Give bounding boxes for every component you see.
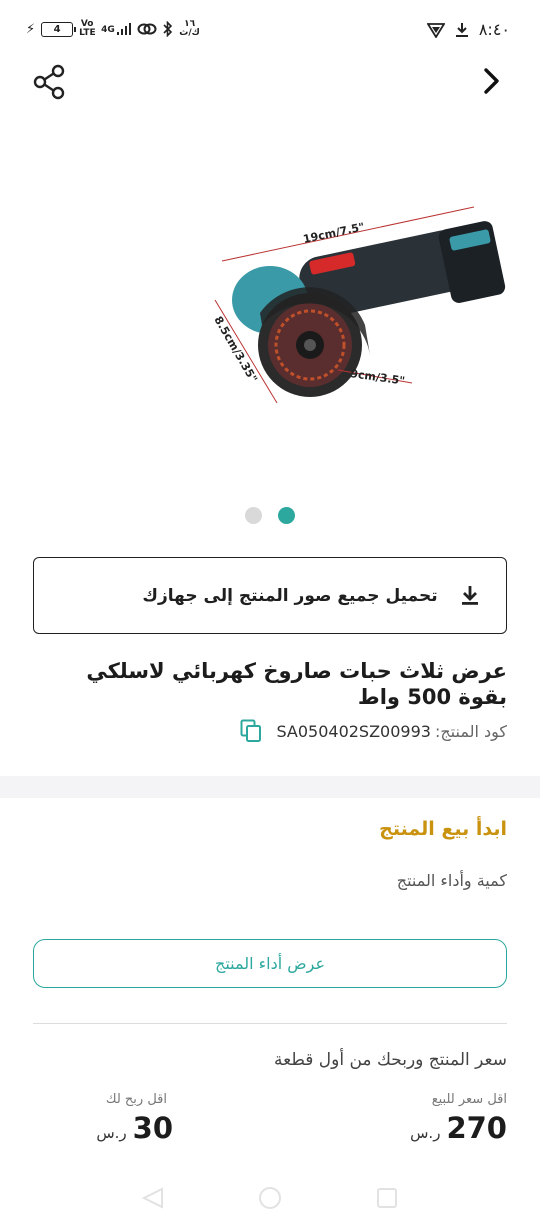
min-profit-label: اقل ربح لك bbox=[105, 1092, 167, 1107]
gallery-dot-1[interactable] bbox=[245, 507, 262, 524]
min-price-label: اقل سعر للبيع bbox=[431, 1092, 507, 1107]
gallery-dot-2-active[interactable] bbox=[278, 507, 295, 524]
share-icon bbox=[33, 64, 65, 100]
chevron-right-icon bbox=[484, 68, 499, 94]
status-bar: ⚡ 4 Vo LTE 4G ١٦ ك/ث ٨:٤٠ bbox=[0, 0, 540, 62]
network-type: 4G bbox=[101, 23, 132, 35]
clock: ٨:٤٠ bbox=[478, 20, 510, 39]
divider-line bbox=[33, 1023, 507, 1024]
vpn-icon bbox=[426, 22, 445, 38]
network-type-label: 4G bbox=[101, 25, 115, 35]
data-speed-unit: ك/ث bbox=[179, 28, 200, 38]
status-left: ⚡ 4 Vo LTE 4G ١٦ ك/ث bbox=[26, 20, 200, 38]
battery-icon: 4 bbox=[41, 21, 77, 37]
volte-indicator: Vo LTE bbox=[79, 19, 96, 38]
link-icon bbox=[137, 23, 157, 35]
quantity-performance-subheading: كمية وأداء المنتج bbox=[396, 871, 507, 890]
min-profit-value: 30 bbox=[132, 1111, 173, 1145]
download-status-icon bbox=[455, 22, 468, 37]
min-price-value-row: 270 ر.س bbox=[410, 1111, 507, 1145]
min-price-currency: ر.س bbox=[410, 1124, 441, 1142]
download-images-button[interactable]: تحميل جميع صور المنتج إلى جهازك bbox=[33, 557, 507, 634]
dimension-length: 19cm/7.5" bbox=[302, 220, 366, 246]
start-selling-heading: ابدأ بيع المنتج bbox=[379, 818, 507, 840]
min-profit-value-row: 30 ر.س bbox=[33, 1111, 173, 1145]
section-divider bbox=[0, 776, 540, 798]
download-images-label: تحميل جميع صور المنتج إلى جهازك bbox=[142, 585, 438, 606]
nav-recents-icon[interactable] bbox=[374, 1185, 400, 1211]
bluetooth-icon bbox=[163, 21, 173, 37]
min-price-block: اقل سعر للبيع 270 ر.س bbox=[410, 1092, 507, 1145]
share-button[interactable] bbox=[32, 64, 68, 100]
copy-icon[interactable] bbox=[240, 719, 262, 743]
product-code-label: كود المنتج: bbox=[434, 721, 507, 741]
pricing-heading: سعر المنتج وربحك من أول قطعة bbox=[274, 1050, 507, 1070]
product-image[interactable]: 19cm/7.5" 8.5cm/3.35" 9cm/3.5" bbox=[200, 195, 510, 425]
disc-center bbox=[304, 339, 316, 351]
product-code-row: كود المنتج: SA050402SZ00993 bbox=[33, 718, 507, 744]
min-profit-currency: ر.س bbox=[96, 1124, 127, 1142]
download-icon bbox=[462, 586, 478, 605]
min-price-value: 270 bbox=[446, 1111, 507, 1145]
min-profit-block: اقل ربح لك 30 ر.س bbox=[33, 1092, 173, 1145]
system-navigation-bar bbox=[0, 1165, 540, 1230]
signal-icon bbox=[116, 23, 132, 35]
product-code-value: SA050402SZ00993 bbox=[276, 721, 431, 741]
view-performance-button[interactable]: عرض أداء المنتج bbox=[33, 939, 507, 988]
data-speed: ١٦ ك/ث bbox=[179, 20, 200, 38]
dimension-disc: 9cm/3.5" bbox=[350, 367, 406, 388]
product-title: عرض ثلاث حبات صاروخ كهربائي لاسلكي بقوة … bbox=[86, 659, 507, 709]
charging-icon: ⚡ bbox=[26, 21, 36, 37]
back-button[interactable] bbox=[480, 66, 504, 96]
nav-back-icon[interactable] bbox=[140, 1185, 166, 1211]
battery-level: 4 bbox=[53, 23, 61, 35]
status-right: ٨:٤٠ bbox=[426, 20, 510, 39]
nav-home-icon[interactable] bbox=[257, 1185, 283, 1211]
gallery-pagination bbox=[0, 507, 540, 524]
